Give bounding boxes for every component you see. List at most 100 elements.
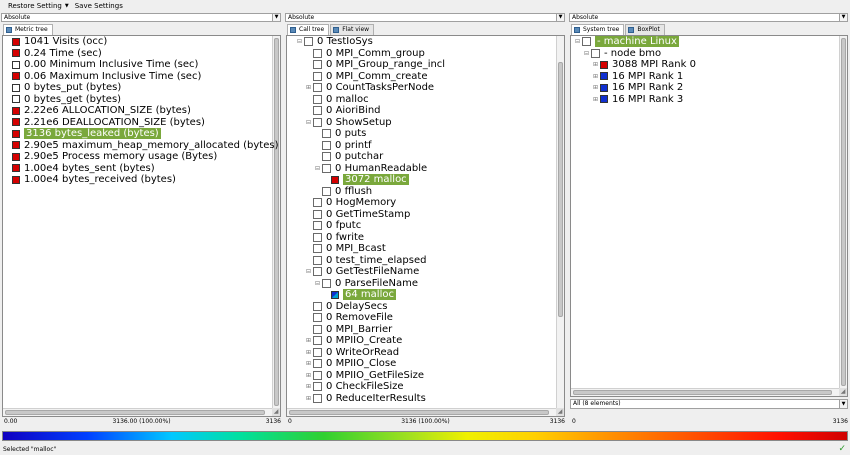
expand-icon[interactable]: ⊞ [591,82,600,93]
system-tree-node[interactable]: ⊞ 16 MPI Rank 2 [591,82,683,94]
metric-mode-select[interactable]: Absolute ▼ [1,13,281,22]
horizontal-scrollbar[interactable] [571,388,840,396]
system-tree[interactable]: ◢ ⊟ - machine Linux ⊟ - node bmo ⊞ 3088 MPI R… [570,35,848,397]
checkbox[interactable] [313,267,322,277]
call-tree-node[interactable]: ⊞ 0 ReduceIterResults [304,393,426,405]
call-tree-node[interactable]: 0 RemoveFile [304,312,393,324]
checkbox[interactable] [322,129,331,139]
system-tree-node[interactable]: ⊞ 16 MPI Rank 1 [591,71,683,83]
scrollbar-thumb[interactable] [289,410,549,415]
call-tree-node[interactable]: 0 putchar [313,151,383,163]
call-tree-node[interactable]: 0 MPI_Comm_group [304,48,425,60]
expand-icon[interactable]: ⊞ [304,393,313,404]
metric-item[interactable]: 2.22e6 ALLOCATION_SIZE (bytes) [12,105,191,117]
call-tree-node[interactable]: 0 malloc [304,94,369,106]
tab-flat-view[interactable]: Flat view [330,24,375,35]
call-tree-node[interactable]: 0 MPI_Comm_create [304,71,428,83]
call-tree-node[interactable]: ⊞ 0 WriteOrRead [304,347,399,359]
checkbox[interactable] [313,359,322,369]
checkbox[interactable] [591,48,600,58]
checkbox[interactable] [322,278,331,288]
collapse-icon[interactable]: ⊟ [573,36,582,47]
checkbox[interactable] [313,232,322,242]
call-tree-node[interactable]: 0 MPI_Group_range_incl [304,59,445,71]
call-tree-node[interactable]: 0 AioriBind [304,105,381,117]
metric-item[interactable]: 0 bytes_put (bytes) [12,82,121,94]
call-tree-node[interactable]: ⊞ 0 CheckFileSize [304,381,404,393]
collapse-icon[interactable]: ⊟ [313,163,322,174]
scrollbar-thumb[interactable] [841,38,846,386]
system-filter-select[interactable]: All (8 elements) ▼ [570,399,848,409]
expand-icon[interactable]: ⊞ [304,358,313,369]
checkbox[interactable] [313,313,322,323]
call-tree[interactable]: ◢ ⊟ 0 TestIoSys 0 MPI_Comm_group 0 MPI_Grou… [286,35,565,417]
call-tree-node[interactable]: 0 fwrite [304,232,364,244]
call-tree-node[interactable]: 64 malloc [322,289,396,301]
call-tree-node[interactable]: ⊟ 0 HumanReadable [313,163,427,175]
call-tree-node[interactable]: 0 MPI_Barrier [304,324,392,336]
metric-item[interactable]: 3136 bytes_leaked (bytes) [12,128,161,140]
call-tree-node[interactable]: ⊟ 0 ParseFileName [313,278,418,290]
expand-icon[interactable]: ⊞ [304,82,313,93]
save-settings-button[interactable]: Save Settings [75,2,123,10]
collapse-icon[interactable]: ⊟ [582,48,591,59]
metric-item[interactable]: 2.90e5 Process memory usage (Bytes) [12,151,217,163]
expand-icon[interactable]: ⊞ [591,94,600,105]
system-tree-node[interactable]: ⊟ - node bmo [582,48,661,60]
checkbox[interactable] [313,83,322,93]
checkbox[interactable] [322,163,331,173]
call-tree-node[interactable]: 0 test_time_elapsed [304,255,426,267]
checkbox[interactable] [313,209,322,219]
vertical-scrollbar[interactable] [556,36,564,416]
call-tree-node[interactable]: 0 fflush [313,186,372,198]
scrollbar-thumb[interactable] [558,62,563,317]
collapse-icon[interactable]: ⊟ [313,278,322,289]
system-mode-select[interactable]: Absolute ▼ [569,13,848,22]
checkbox[interactable] [313,106,322,116]
checkbox[interactable] [313,393,322,403]
checkbox[interactable] [582,37,591,47]
checkbox[interactable] [313,382,322,392]
call-tree-node[interactable]: ⊟ 0 TestIoSys [295,36,373,48]
horizontal-scrollbar[interactable] [3,408,273,416]
call-mode-select[interactable]: Absolute ▼ [285,13,565,22]
vertical-scrollbar[interactable] [839,36,847,396]
expand-icon[interactable]: ⊞ [304,347,313,358]
call-tree-node[interactable]: ⊞ 0 MPIIO_GetFileSize [304,370,424,382]
checkbox[interactable] [322,140,331,150]
call-tree-node[interactable]: 0 DelaySecs [304,301,387,313]
expand-icon[interactable]: ⊞ [304,370,313,381]
checkbox[interactable] [313,117,322,127]
collapse-icon[interactable]: ⊟ [295,36,304,47]
metric-item[interactable]: 1041 Visits (occ) [12,36,107,48]
checkbox[interactable] [313,336,322,346]
tab-boxplot[interactable]: BoxPlot [625,24,665,35]
call-tree-node[interactable]: ⊟ 0 GetTestFileName [304,266,419,278]
restore-setting-menu[interactable]: Restore Setting ▼ [8,2,69,10]
tab-system-tree[interactable]: System tree [571,24,625,35]
call-tree-node[interactable]: ⊞ 0 CountTasksPerNode [304,82,434,94]
call-tree-node[interactable]: ⊟ 0 ShowSetup [304,117,392,129]
metric-item[interactable]: 0.24 Time (sec) [12,48,102,60]
call-tree-node[interactable]: 0 puts [313,128,366,140]
call-tree-node[interactable]: ⊞ 0 MPIIO_Close [304,358,396,370]
metric-item[interactable]: 1.00e4 bytes_sent (bytes) [12,163,155,175]
checkbox[interactable] [313,255,322,265]
scrollbar-thumb[interactable] [5,410,265,415]
scrollbar-thumb[interactable] [274,38,279,406]
call-tree-node[interactable]: 0 MPI_Bcast [304,243,386,255]
tab-call-tree[interactable]: Call tree [287,24,330,35]
metric-item[interactable]: 0 bytes_get (bytes) [12,94,121,106]
vertical-scrollbar[interactable] [272,36,280,416]
checkbox[interactable] [304,37,313,47]
checkbox[interactable] [313,221,322,231]
tab-metric-tree[interactable]: Metric tree [3,24,53,35]
expand-icon[interactable]: ⊞ [591,71,600,82]
checkbox[interactable] [313,71,322,81]
metric-item[interactable]: 2.21e6 DEALLOCATION_SIZE (bytes) [12,117,205,129]
system-tree-node[interactable]: ⊞ 16 MPI Rank 3 [591,94,683,106]
call-tree-node[interactable]: 0 GetTimeStamp [304,209,410,221]
expand-icon[interactable]: ⊞ [591,59,600,70]
system-tree-node[interactable]: ⊞ 3088 MPI Rank 0 [591,59,696,71]
collapse-icon[interactable]: ⊟ [304,266,313,277]
